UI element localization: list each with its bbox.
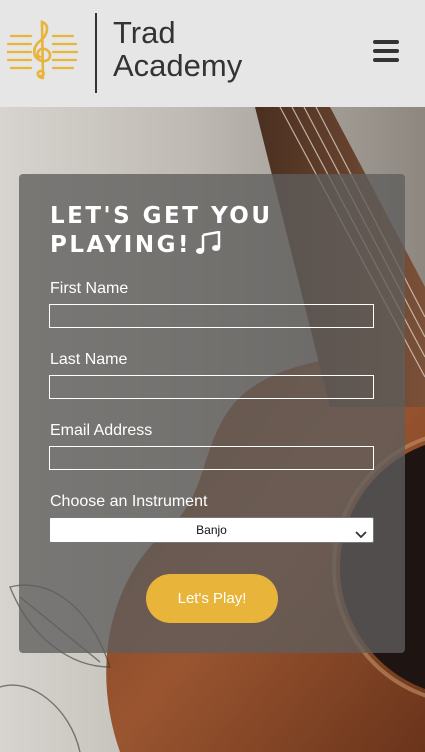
form-title-text: LET'S GET YOU PLAYING! bbox=[50, 203, 273, 258]
brand-line-2: Academy bbox=[113, 48, 243, 83]
brand-line-1: Trad bbox=[113, 15, 176, 50]
last-name-label: Last Name bbox=[50, 351, 128, 368]
email-input[interactable] bbox=[49, 446, 374, 470]
treble-clef-icon[interactable] bbox=[5, 16, 79, 86]
first-name-input[interactable] bbox=[49, 304, 374, 328]
chevron-down-icon bbox=[355, 524, 367, 539]
first-name-label: First Name bbox=[50, 280, 129, 297]
instrument-label: Choose an Instrument bbox=[50, 493, 208, 510]
submit-button[interactable]: Let's Play! bbox=[146, 574, 278, 623]
hamburger-menu-icon[interactable] bbox=[373, 40, 399, 64]
signup-form-card: LET'S GET YOU PLAYING! First Name Last N… bbox=[19, 174, 405, 653]
music-note-icon bbox=[195, 230, 223, 255]
email-label: Email Address bbox=[50, 422, 153, 439]
instrument-selected-value: Banjo bbox=[196, 523, 227, 537]
form-title: LET'S GET YOU PLAYING! bbox=[50, 202, 380, 260]
header-divider bbox=[95, 13, 97, 93]
instrument-select[interactable]: Banjo bbox=[49, 517, 374, 543]
last-name-input[interactable] bbox=[49, 375, 374, 399]
site-header: Trad Academy bbox=[0, 0, 425, 107]
brand-name[interactable]: Trad Academy bbox=[113, 16, 242, 82]
